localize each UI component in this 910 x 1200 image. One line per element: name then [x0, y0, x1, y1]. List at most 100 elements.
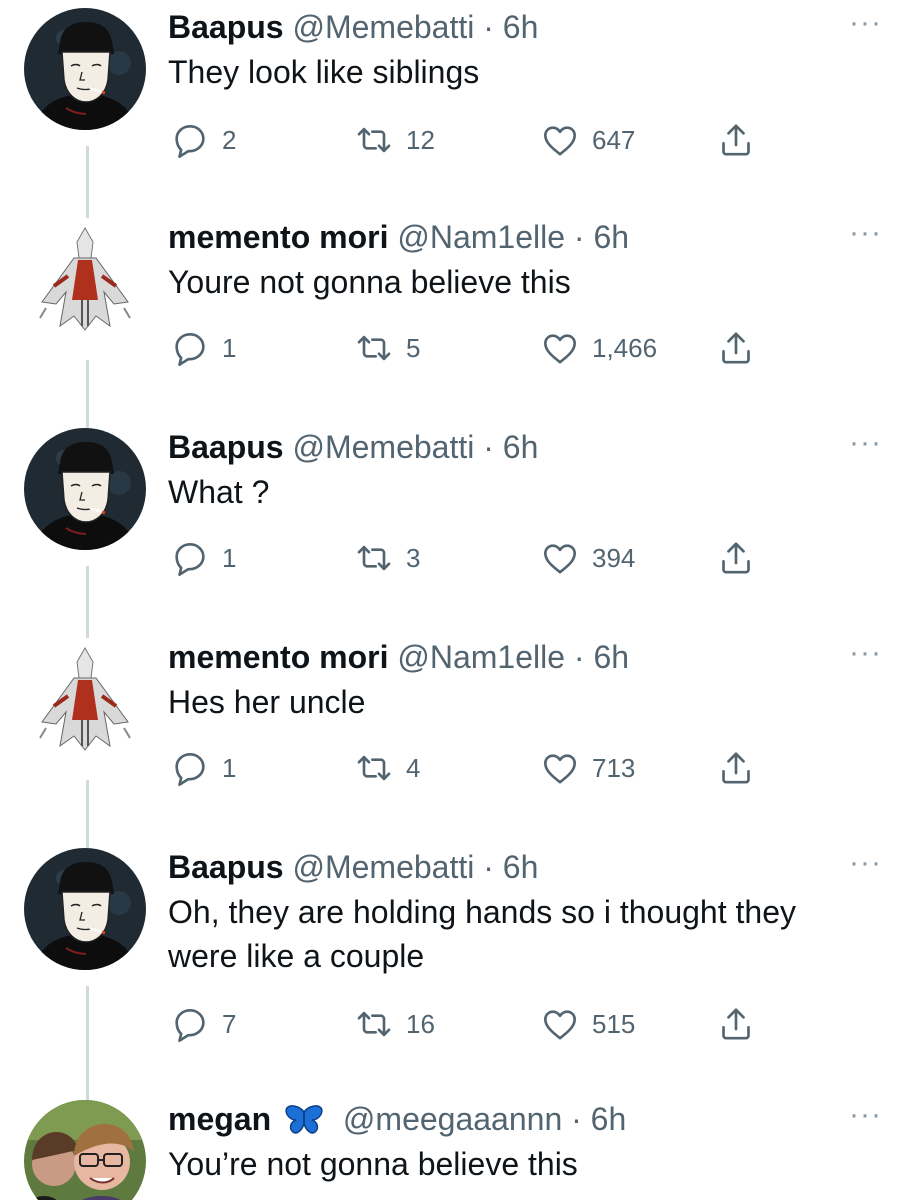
- heart-icon: [540, 328, 580, 368]
- reply-icon: [170, 538, 210, 578]
- tweet-header: memento mori @Nam1elle · 6h: [168, 218, 870, 256]
- reply-count: 1: [222, 752, 237, 783]
- reply-button[interactable]: 7: [170, 1002, 236, 1046]
- reply-count: 1: [222, 542, 237, 573]
- share-button[interactable]: [716, 536, 756, 580]
- thread-line: [86, 360, 89, 428]
- timestamp[interactable]: 6h: [591, 1101, 627, 1137]
- retweet-count: 5: [406, 332, 421, 363]
- display-name[interactable]: Baapus: [168, 9, 284, 45]
- timestamp[interactable]: 6h: [503, 9, 539, 45]
- username[interactable]: @Memebatti: [292, 849, 474, 885]
- retweet-icon: [354, 120, 394, 160]
- display-name[interactable]: Baapus: [168, 849, 284, 885]
- retweet-count: 3: [406, 542, 421, 573]
- tweet-text: Hes her uncle: [168, 684, 366, 720]
- username[interactable]: @meegaaannn: [343, 1101, 562, 1137]
- timestamp[interactable]: 6h: [503, 849, 539, 885]
- heart-icon: [540, 120, 580, 160]
- reply-button[interactable]: 1: [170, 746, 236, 790]
- separator: ·: [573, 219, 585, 255]
- tweet-5[interactable]: Baapus @Memebatti · 6h Oh, they are hold…: [0, 848, 910, 1106]
- retweet-count: 16: [406, 1008, 435, 1039]
- reply-icon: [170, 748, 210, 788]
- reply-button[interactable]: 2: [170, 118, 236, 162]
- separator: ·: [573, 639, 585, 675]
- retweet-icon: [354, 538, 394, 578]
- like-count: 713: [592, 752, 636, 783]
- timestamp[interactable]: 6h: [593, 639, 629, 675]
- retweet-button[interactable]: 3: [354, 536, 420, 580]
- retweet-icon: [354, 748, 394, 788]
- tweet-text: What ?: [168, 474, 270, 510]
- like-button[interactable]: 647: [540, 118, 635, 162]
- avatar[interactable]: [24, 218, 146, 340]
- tweet-4[interactable]: memento mori @Nam1elle · 6h Hes her uncl…: [0, 638, 910, 848]
- retweet-button[interactable]: 4: [354, 746, 420, 790]
- share-button[interactable]: [716, 118, 756, 162]
- display-name[interactable]: memento mori: [168, 639, 388, 675]
- like-button[interactable]: 515: [540, 1002, 635, 1046]
- avatar[interactable]: [24, 1100, 146, 1200]
- tweet-3[interactable]: Baapus @Memebatti · 6h What ? ··· 1 3 39…: [0, 428, 910, 642]
- more-options-icon[interactable]: ···: [849, 1100, 882, 1130]
- display-name[interactable]: Baapus: [168, 429, 284, 465]
- timestamp[interactable]: 6h: [503, 429, 539, 465]
- reply-button[interactable]: 1: [170, 536, 236, 580]
- tweet-header: Baapus @Memebatti · 6h: [168, 8, 870, 46]
- share-button[interactable]: [716, 1002, 756, 1046]
- reply-button[interactable]: 1: [170, 326, 236, 370]
- username[interactable]: @Memebatti: [292, 429, 474, 465]
- tweet-text-line-2: were like a couple: [168, 938, 425, 974]
- retweet-button[interactable]: 5: [354, 326, 420, 370]
- heart-icon: [540, 1004, 580, 1044]
- share-icon: [716, 538, 756, 578]
- more-options-icon[interactable]: ···: [849, 428, 882, 458]
- thread-line: [86, 780, 89, 848]
- tweet-1[interactable]: Baapus @Memebatti · 6h They look like si…: [0, 8, 910, 222]
- share-icon: [716, 748, 756, 788]
- tweet-header: megan @meegaaannn · 6h: [168, 1100, 870, 1138]
- username[interactable]: @Memebatti: [292, 9, 474, 45]
- butterfly-icon: [285, 1105, 323, 1134]
- retweet-count: 12: [406, 124, 435, 155]
- display-name[interactable]: megan: [168, 1101, 271, 1137]
- separator: ·: [483, 429, 494, 465]
- like-button[interactable]: 394: [540, 536, 635, 580]
- like-button[interactable]: 1,466: [540, 326, 657, 370]
- avatar[interactable]: [24, 8, 146, 130]
- avatar[interactable]: [24, 848, 146, 970]
- avatar[interactable]: [24, 428, 146, 550]
- more-options-icon[interactable]: ···: [849, 218, 882, 248]
- display-name[interactable]: memento mori: [168, 219, 388, 255]
- like-button[interactable]: 713: [540, 746, 635, 790]
- retweet-button[interactable]: 12: [354, 118, 435, 162]
- tweet-text-line-1: Oh, they are holding hands so i thought …: [168, 894, 796, 930]
- tweet-text: Youre not gonna believe this: [168, 264, 571, 300]
- heart-icon: [540, 748, 580, 788]
- retweet-button[interactable]: 16: [354, 1002, 435, 1046]
- share-icon: [716, 120, 756, 160]
- reply-count: 2: [222, 124, 237, 155]
- thread-line: [86, 986, 89, 1106]
- more-options-icon[interactable]: ···: [849, 638, 882, 668]
- share-button[interactable]: [716, 746, 756, 790]
- reply-icon: [170, 120, 210, 160]
- reply-count: 1: [222, 332, 237, 363]
- timestamp[interactable]: 6h: [593, 219, 629, 255]
- username[interactable]: @Nam1elle: [397, 219, 565, 255]
- tweet-2[interactable]: memento mori @Nam1elle · 6h Youre not go…: [0, 218, 910, 428]
- tweet-6[interactable]: megan @meegaaannn · 6h You’re not gonna …: [0, 1100, 910, 1200]
- username[interactable]: @Nam1elle: [397, 639, 565, 675]
- avatar[interactable]: [24, 638, 146, 760]
- retweet-count: 4: [406, 752, 421, 783]
- separator: ·: [483, 9, 494, 45]
- retweet-icon: [354, 328, 394, 368]
- separator: ·: [483, 849, 494, 885]
- more-options-icon[interactable]: ···: [849, 848, 882, 878]
- more-options-icon[interactable]: ···: [849, 8, 882, 38]
- like-count: 647: [592, 124, 636, 155]
- tweet-header: Baapus @Memebatti · 6h: [168, 428, 870, 466]
- share-button[interactable]: [716, 326, 756, 370]
- tweet-text: They look like siblings: [168, 54, 480, 90]
